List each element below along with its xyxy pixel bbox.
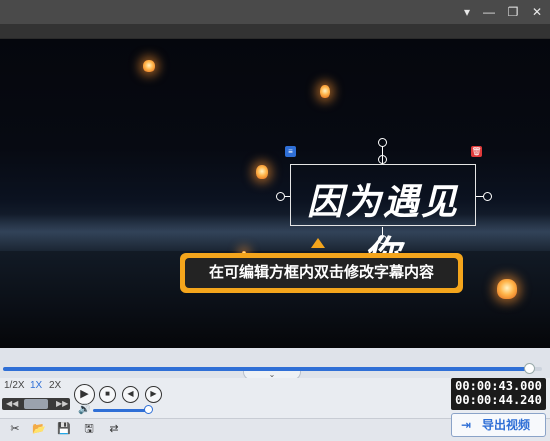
- volume-slider[interactable]: [93, 409, 149, 412]
- save-as-icon[interactable]: 🖫: [82, 422, 96, 436]
- title-bar: ▾ — ❐ ✕: [0, 0, 550, 24]
- export-video-button[interactable]: ⇥ 导出视频: [451, 413, 546, 437]
- subtitle-delete-icon[interactable]: 🗑: [471, 146, 482, 157]
- speed-2x[interactable]: 2X: [49, 380, 61, 391]
- time-display: 00:00:43.000 00:00:44.240: [451, 378, 546, 410]
- lantern-image: [497, 279, 517, 299]
- resize-handle-top[interactable]: [378, 155, 387, 164]
- rotate-handle[interactable]: [378, 138, 387, 147]
- stop-button[interactable]: ■: [99, 386, 116, 403]
- progress-knob[interactable]: [523, 363, 535, 374]
- fast-forward-icon[interactable]: ▶▶: [56, 398, 68, 410]
- toolbar-strip: [0, 24, 550, 39]
- hint-tooltip: 在可编辑方框内双击修改字幕内容: [180, 253, 463, 293]
- total-time: 00:00:44.240: [455, 393, 542, 407]
- previous-frame-button[interactable]: ◀: [122, 386, 139, 403]
- handle-connector: [382, 227, 383, 235]
- speed-slider-knob[interactable]: [24, 399, 48, 409]
- speed-half[interactable]: 1/2X: [4, 380, 25, 391]
- cut-icon[interactable]: ✂: [8, 422, 22, 436]
- restore-button[interactable]: ❐: [502, 0, 524, 24]
- hint-arrow: [311, 238, 325, 248]
- lantern-image: [143, 60, 155, 72]
- hint-text: 在可编辑方框内双击修改字幕内容: [185, 258, 458, 288]
- lantern-image: [256, 165, 268, 179]
- subtitle-edit-frame[interactable]: 因为遇见你: [290, 164, 476, 275]
- lantern-image: [320, 85, 330, 98]
- menu-dropdown-icon[interactable]: ▾: [456, 0, 478, 24]
- handle-connector: [285, 196, 290, 197]
- speed-1x[interactable]: 1X: [30, 380, 42, 391]
- resize-handle-left[interactable]: [276, 192, 285, 201]
- volume-knob[interactable]: [144, 405, 153, 414]
- open-folder-icon[interactable]: 📂: [32, 422, 46, 436]
- resize-handle-bottom[interactable]: [378, 235, 387, 244]
- rewind-icon[interactable]: ◀◀: [6, 398, 18, 410]
- save-icon[interactable]: 💾: [57, 422, 71, 436]
- play-button[interactable]: ▶: [74, 384, 95, 405]
- close-button[interactable]: ✕: [526, 0, 548, 24]
- minimize-button[interactable]: —: [478, 0, 500, 24]
- subtitle-settings-icon[interactable]: ≡: [285, 146, 296, 157]
- speed-slider[interactable]: ◀◀ ▶▶: [2, 398, 70, 410]
- current-time: 00:00:43.000: [455, 379, 542, 393]
- export-icon: ⇥: [461, 418, 472, 432]
- volume-icon[interactable]: 🔊: [78, 404, 90, 415]
- next-frame-button[interactable]: ▶: [145, 386, 162, 403]
- export-label: 导出视频: [482, 418, 531, 432]
- share-icon[interactable]: ⇄: [107, 422, 121, 436]
- resize-handle-right[interactable]: [483, 192, 492, 201]
- handle-connector: [476, 196, 483, 197]
